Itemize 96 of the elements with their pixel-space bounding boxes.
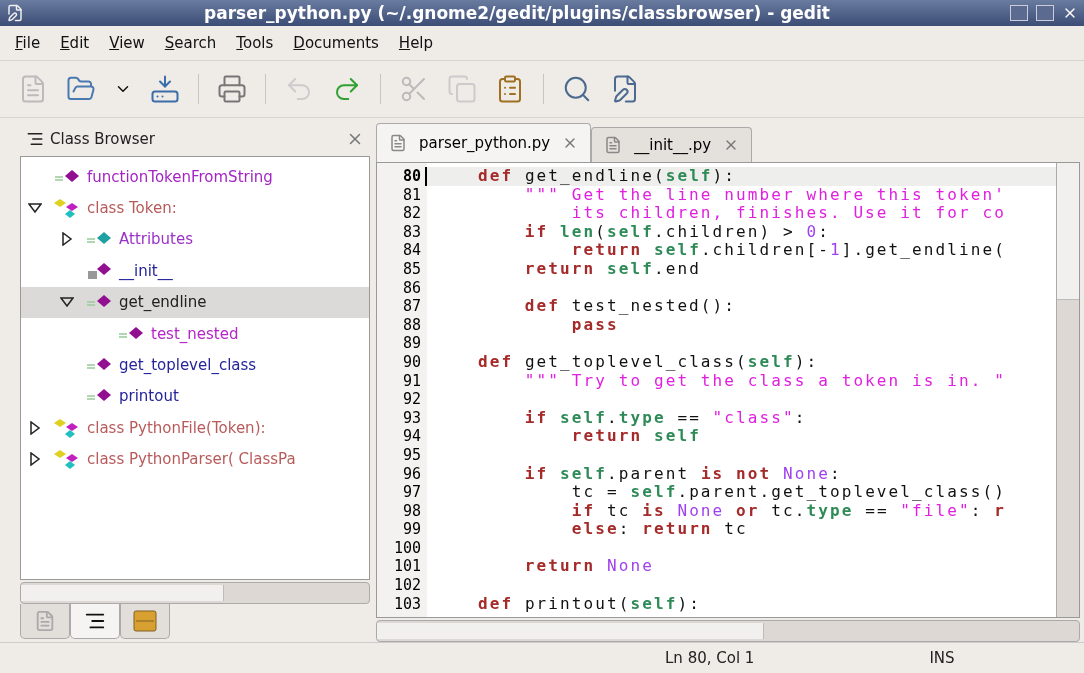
code-line: def test_nested(): xyxy=(523,297,738,316)
tab-label: __init__.py xyxy=(634,136,712,154)
maximize-button[interactable] xyxy=(1036,5,1054,21)
code-line: return self.children[-1].get_endline( xyxy=(570,241,1007,260)
tree-row[interactable]: test_nested xyxy=(21,317,369,350)
code-line: return self xyxy=(570,427,702,446)
tree-row[interactable]: functionTokenFromString xyxy=(21,161,369,193)
menu-item[interactable]: Help xyxy=(391,30,441,56)
tree-row[interactable]: printout xyxy=(21,380,369,413)
code-line: def get_toplevel_class(self): xyxy=(476,352,820,372)
document-icon xyxy=(604,136,623,154)
line-number: 96 xyxy=(401,464,422,484)
tree-label: class PythonFile(Token): xyxy=(87,418,266,437)
collapsed-triangle-icon[interactable] xyxy=(28,420,42,435)
tree-label: class Token: xyxy=(87,199,177,218)
line-number: 92 xyxy=(401,390,422,409)
line-number: 103 xyxy=(392,594,422,614)
tree-label: get_toplevel_class xyxy=(119,356,257,375)
menu-item[interactable]: View xyxy=(102,30,152,56)
drawer-icon xyxy=(133,610,157,632)
code-line: return self.end xyxy=(523,259,702,279)
line-number: 83 xyxy=(401,222,422,242)
document-tab[interactable]: __init__.py xyxy=(591,127,753,162)
tab-label: parser_python.py xyxy=(419,134,551,152)
line-number: 86 xyxy=(401,278,422,298)
insert-mode: INS xyxy=(929,649,955,667)
line-number: 81 xyxy=(401,185,422,205)
tree-row[interactable]: __init__ xyxy=(21,255,369,287)
code-line: """ Get the line number where this token' xyxy=(523,185,1007,205)
search-icon[interactable] xyxy=(562,74,592,104)
collapsed-triangle-icon[interactable] xyxy=(28,452,42,467)
line-number: 82 xyxy=(401,204,422,223)
window-title: parser_python.py (~/.gnome2/gedit/plugins/classbrowser) - gedit xyxy=(203,3,831,23)
line-number: 84 xyxy=(401,241,422,260)
line-number: 100 xyxy=(392,538,422,558)
code-line: if tc is None or tc.type == "file": r xyxy=(570,501,1007,521)
line-number: 101 xyxy=(392,557,422,577)
tree-row[interactable]: get_endline xyxy=(21,286,369,318)
line-number: 93 xyxy=(401,408,422,428)
expanded-triangle-icon[interactable] xyxy=(28,201,42,216)
tree-row[interactable]: Attributes xyxy=(21,223,369,256)
tree-row[interactable]: class PythonParser( ClassPa xyxy=(21,443,369,475)
expanded-triangle-icon[interactable] xyxy=(60,295,74,310)
line-number: 97 xyxy=(401,483,422,502)
tree-label: __init__ xyxy=(119,261,173,280)
tree-label: printout xyxy=(119,387,179,406)
menu-item[interactable]: Tools xyxy=(229,30,281,56)
code-line: return None xyxy=(523,557,655,577)
line-number: 98 xyxy=(401,501,422,521)
document-tab[interactable]: parser_python.py xyxy=(376,123,592,162)
tree-label: get_endline xyxy=(119,293,207,312)
tree-label: Attributes xyxy=(119,230,194,249)
menu-item[interactable]: Search xyxy=(157,30,224,56)
line-number: 90 xyxy=(401,352,422,372)
code-line: its children, finishes. Use it for co xyxy=(570,204,1007,223)
cursor-position: Ln 80, Col 1 xyxy=(665,649,755,667)
menu-item[interactable]: File xyxy=(8,30,48,56)
line-number: 88 xyxy=(401,315,422,335)
line-number: 87 xyxy=(401,297,422,316)
code-line: if len(self.children) > 0: xyxy=(523,222,831,242)
collapsed-triangle-icon[interactable] xyxy=(60,232,74,247)
tree-row[interactable]: class PythonFile(Token): xyxy=(21,412,369,444)
horizontal-scrollbar[interactable] xyxy=(20,582,370,604)
save-icon[interactable] xyxy=(150,74,180,104)
code-line: tc = self.parent.get_toplevel_class() xyxy=(570,483,1007,502)
code-line: if self.type == "class": xyxy=(523,408,808,428)
printer-icon[interactable] xyxy=(217,74,247,104)
code-line: else: return tc xyxy=(570,520,749,539)
panel-title: Class Browser xyxy=(50,130,156,148)
tree-row[interactable]: class Token: xyxy=(21,192,369,224)
app-icon xyxy=(6,4,24,22)
code-line: def printout(self): xyxy=(476,594,702,614)
code-line: if self.parent is not None: xyxy=(523,464,843,484)
code-line: """ Try to get the class a token is in. " xyxy=(523,371,1007,391)
document-icon xyxy=(34,610,56,632)
line-number: 102 xyxy=(392,576,422,595)
code-editor[interactable] xyxy=(376,162,1080,618)
line-number: 91 xyxy=(401,371,422,391)
minimize-button[interactable] xyxy=(1010,5,1028,21)
line-number: 89 xyxy=(401,334,422,353)
horizontal-scrollbar[interactable] xyxy=(376,620,1080,642)
line-number: 99 xyxy=(401,520,422,539)
document-icon xyxy=(389,134,407,152)
tree-label: class PythonParser( ClassPa xyxy=(87,450,296,469)
menu-item[interactable]: Documents xyxy=(286,30,386,56)
line-number: 85 xyxy=(401,259,422,279)
tree-row[interactable]: get_toplevel_class xyxy=(21,349,369,381)
list-icon xyxy=(26,130,44,148)
tree-label: test_nested xyxy=(151,324,239,343)
tree-label: functionTokenFromString xyxy=(87,167,273,186)
panel-tab[interactable] xyxy=(70,604,120,639)
line-number: 94 xyxy=(401,427,422,446)
code-line: pass xyxy=(570,315,619,335)
vertical-scrollbar[interactable] xyxy=(1056,163,1079,617)
menu-item[interactable]: Edit xyxy=(53,30,97,56)
line-number: 95 xyxy=(401,445,422,465)
